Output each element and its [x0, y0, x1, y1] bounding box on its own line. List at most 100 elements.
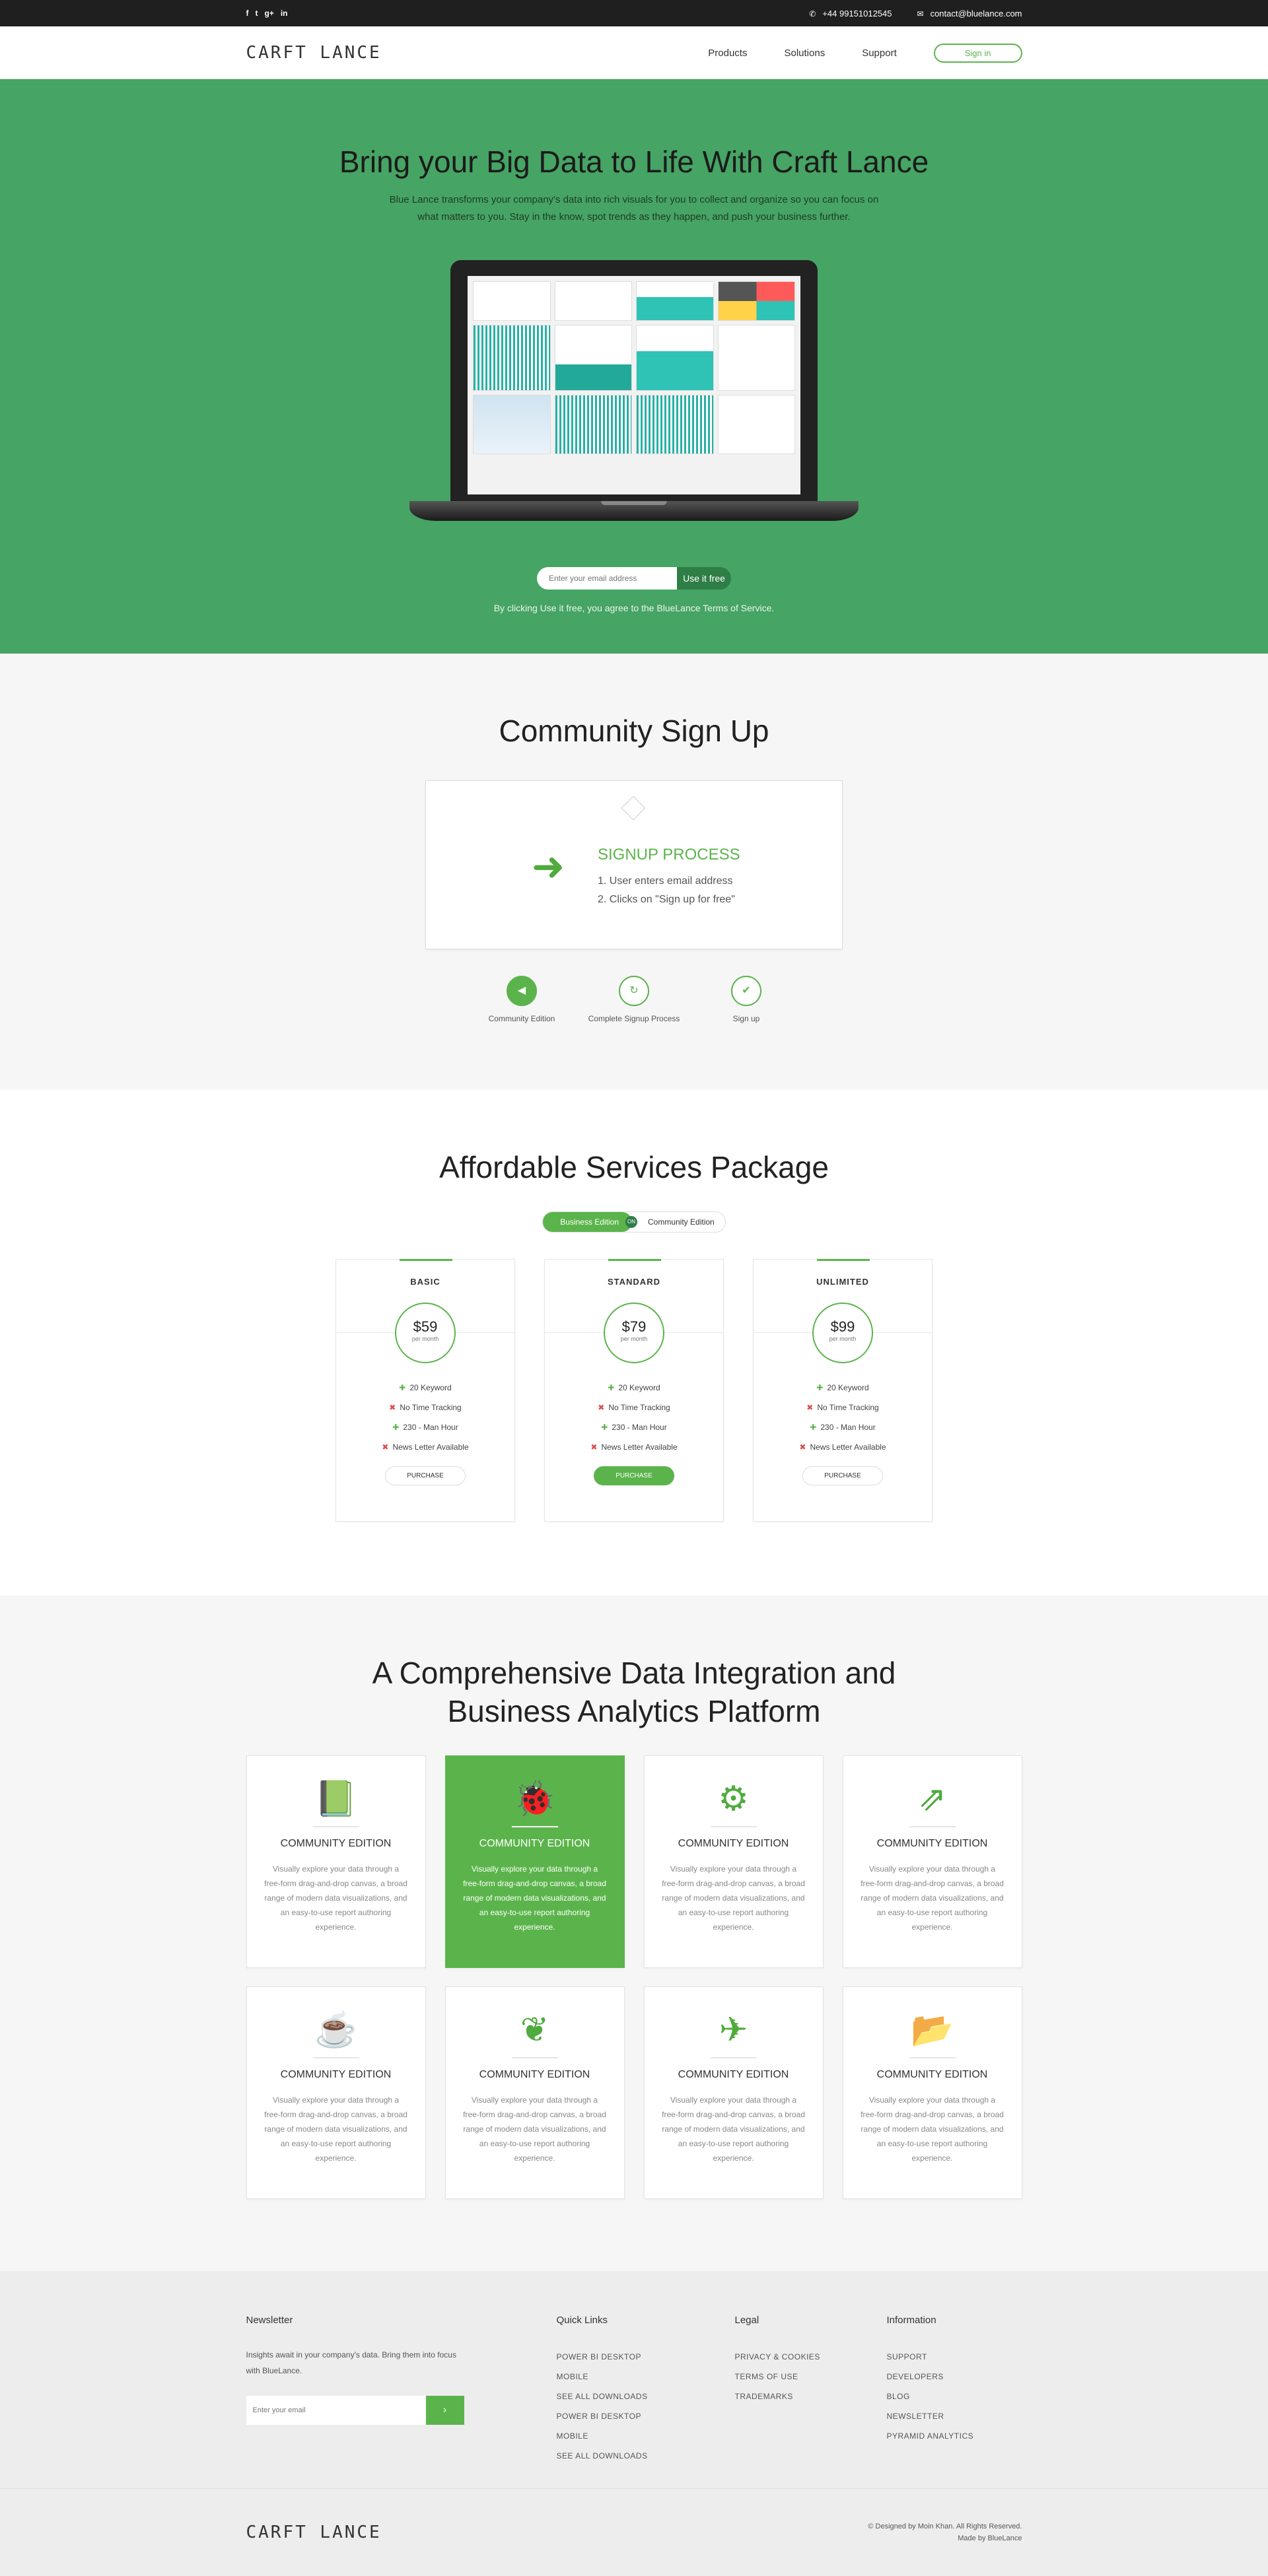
footer-link[interactable]: SEE ALL DOWNLOADS — [557, 2387, 735, 2406]
plan-price: $59 — [413, 1318, 438, 1335]
community-signup-section: Community Sign Up ➜ SIGNUP PROCESS 1. Us… — [0, 654, 1268, 1090]
facebook-icon[interactable]: f — [246, 9, 249, 18]
main-nav: CARFT LANCE Products Solutions Support S… — [0, 26, 1268, 79]
dashboard-tile — [636, 395, 714, 454]
legal-title: Legal — [734, 2315, 759, 2326]
footer-link[interactable]: POWER BI DESKTOP — [557, 2406, 735, 2426]
toggle-business-edition[interactable]: Business Edition — [543, 1212, 632, 1232]
step-community-edition[interactable]: ◀ Community Edition — [469, 976, 575, 1023]
footer-link[interactable]: BLOG — [887, 2387, 974, 2406]
price-badge: $99 per month — [812, 1303, 873, 1363]
feature-card[interactable]: 📂 COMMUNITY EDITION Visually explore you… — [842, 1986, 1022, 2199]
footer-information: Information SUPPORT DEVELOPERS BLOG NEWS… — [887, 2315, 974, 2466]
cross-icon: ✖ — [389, 1403, 396, 1412]
feature-card[interactable]: 🐞 COMMUNITY EDITION Visually explore you… — [444, 1755, 625, 1968]
logo[interactable]: CARFT LANCE — [246, 43, 382, 63]
feature-card-title: COMMUNITY EDITION — [280, 1838, 392, 1849]
book-icon: 📗 — [314, 1780, 357, 1818]
paper-plane-icon: ✈ — [719, 2011, 748, 2049]
plan-features: ✚ 20 Keyword ✖ No Time Tracking ✚ 230 - Man… — [336, 1378, 514, 1457]
platform-title: A Comprehensive Data Integration and Bus… — [372, 1656, 896, 1728]
phone-icon: ✆ — [809, 9, 816, 18]
footer-link[interactable]: TERMS OF USE — [735, 2367, 887, 2387]
dashboard-tile — [473, 395, 551, 454]
laptop-dashboard-image — [409, 260, 859, 521]
toggle-knob[interactable]: ON — [625, 1216, 637, 1228]
step-label: Sign up — [732, 1014, 760, 1023]
laptop-screen — [450, 260, 818, 501]
email-contact[interactable]: ✉ contact@bluelance.com — [917, 9, 1022, 18]
feature-item: ✖ No Time Tracking — [806, 1403, 879, 1412]
pricing-title: Affordable Services Package — [439, 1150, 829, 1184]
phone-number: +44 99151012545 — [822, 8, 892, 18]
bottom-bar: CARFT LANCE © Designed by Moin Khan. All… — [0, 2489, 1268, 2576]
dashboard-tile — [554, 395, 632, 454]
edition-toggle[interactable]: Business Edition ON Community Edition — [542, 1211, 726, 1233]
dashboard-tile — [473, 281, 551, 321]
check-icon: ✚ — [399, 1383, 406, 1392]
feature-card[interactable]: ⇗ COMMUNITY EDITION Visually explore you… — [842, 1755, 1022, 1968]
footer-link[interactable]: SUPPORT — [887, 2347, 974, 2367]
contact-info: ✆ +44 99151012545 ✉ contact@bluelance.com — [809, 9, 1022, 18]
purchase-button[interactable]: PURCHASE — [802, 1466, 883, 1485]
use-it-free-button[interactable]: Use it free — [677, 567, 731, 590]
footer-link[interactable]: PRIVACY & COOKIES — [735, 2347, 887, 2367]
hero-email-input[interactable] — [537, 567, 677, 590]
newsletter-email-input[interactable] — [246, 2396, 426, 2425]
plan-period: per month — [620, 1336, 648, 1342]
dashboard-tile — [717, 281, 795, 321]
step-sign-up[interactable]: ✔ Sign up — [693, 976, 799, 1023]
newsletter-submit-button[interactable]: › — [425, 2396, 464, 2425]
folder-open-icon: 📂 — [911, 2011, 954, 2049]
terms-text: By clicking Use it free, you agree to th… — [493, 603, 775, 613]
feature-card-text: Visually explore your data through a fre… — [463, 1864, 606, 1932]
footer-link[interactable]: SEE ALL DOWNLOADS — [557, 2446, 735, 2466]
feature-card-title: COMMUNITY EDITION — [876, 2069, 988, 2080]
plan-card-unlimited: UNLIMITED $99 per month ✚ 20 Keyword ✖ No … — [753, 1259, 933, 1522]
cross-icon: ✖ — [382, 1442, 389, 1452]
feature-card[interactable]: 📗 COMMUNITY EDITION Visually explore you… — [246, 1755, 426, 1968]
plan-card-standard: STANDARD $79 per month ✚ 20 Keyword ✖ No T… — [544, 1259, 724, 1522]
process-step: 1. User enters email address — [598, 875, 733, 887]
toggle-community-edition[interactable]: Community Edition — [637, 1212, 725, 1232]
twitter-icon[interactable]: t — [256, 9, 258, 18]
feature-item: ✚ 20 Keyword — [816, 1383, 869, 1392]
purchase-button[interactable]: PURCHASE — [594, 1466, 674, 1485]
footer-link[interactable]: POWER BI DESKTOP — [557, 2347, 735, 2367]
footer-link[interactable]: NEWSLETTER — [887, 2406, 974, 2426]
feature-card-title: COMMUNITY EDITION — [678, 1838, 789, 1849]
feature-card-text: Visually explore your data through a fre… — [264, 2095, 407, 2163]
laptop-base — [409, 501, 859, 521]
step-complete-signup[interactable]: ↻ Complete Signup Process — [581, 976, 687, 1023]
footer-link[interactable]: PYRAMID ANALYTICS — [887, 2426, 974, 2446]
feature-card[interactable]: ☕ COMMUNITY EDITION Visually explore you… — [246, 1986, 426, 2199]
signin-button[interactable]: Sign in — [933, 43, 1022, 63]
plan-period: per month — [829, 1336, 857, 1342]
plan-price: $79 — [621, 1318, 647, 1335]
footer-legal: Legal PRIVACY & COOKIES TERMS OF USE TRA… — [735, 2315, 887, 2466]
purchase-button[interactable]: PURCHASE — [385, 1466, 466, 1485]
footer-link[interactable]: MOBILE — [557, 2426, 735, 2446]
feature-card-text: Visually explore your data through a fre… — [264, 1864, 407, 1932]
nav-item-products[interactable]: Products — [708, 48, 747, 59]
google-plus-icon[interactable]: g+ — [265, 9, 274, 18]
linkedin-icon[interactable]: in — [281, 9, 288, 18]
feature-card[interactable]: ⚙ COMMUNITY EDITION Visually explore you… — [643, 1755, 824, 1968]
feature-card[interactable]: ❦ COMMUNITY EDITION Visually explore you… — [444, 1986, 625, 2199]
dashboard-preview — [468, 276, 800, 494]
footer-link[interactable]: TRADEMARKS — [735, 2387, 887, 2406]
newsletter-title: Newsletter — [246, 2315, 293, 2326]
footer-logo[interactable]: CARFT LANCE — [246, 2523, 382, 2542]
check-icon: ✚ — [601, 1423, 608, 1432]
refresh-icon: ↻ — [619, 976, 649, 1006]
feature-card[interactable]: ✈ COMMUNITY EDITION Visually explore you… — [643, 1986, 824, 2199]
footer-link[interactable]: DEVELOPERS — [887, 2367, 974, 2387]
copyright: © Designed by Moin Khan. All Rights Rese… — [868, 2523, 1022, 2542]
nav-item-solutions[interactable]: Solutions — [784, 48, 825, 59]
bug-icon: 🐞 — [513, 1780, 556, 1818]
nav-item-support[interactable]: Support — [862, 48, 897, 59]
check-icon: ✚ — [816, 1383, 824, 1392]
phone-contact[interactable]: ✆ +44 99151012545 — [809, 9, 892, 18]
footer-link[interactable]: MOBILE — [557, 2367, 735, 2387]
plan-name: STANDARD — [608, 1277, 660, 1287]
